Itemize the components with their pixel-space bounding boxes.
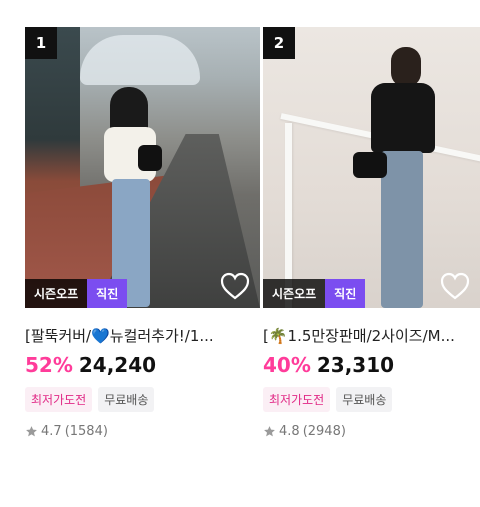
season-off-badge: 시즌오프 bbox=[263, 279, 326, 308]
tags: 최저가도전 무료배송 bbox=[263, 387, 480, 412]
rating-value: 4.8 bbox=[279, 424, 300, 439]
discount-rate: 52% bbox=[25, 353, 73, 377]
rating: 4.7 (1584) bbox=[25, 424, 260, 439]
product-card-2[interactable]: 2 시즌오프 직진 [🌴1.5만장판매/2사이즈/M... 40% 23,310… bbox=[263, 27, 480, 439]
product-photo bbox=[263, 27, 480, 308]
product-photo bbox=[25, 27, 260, 308]
product-image[interactable]: 2 시즌오프 직진 bbox=[263, 27, 480, 308]
lowest-price-tag: 최저가도전 bbox=[25, 387, 93, 412]
price-row: 52% 24,240 bbox=[25, 353, 260, 377]
direct-photo-badge: 직진 bbox=[325, 279, 366, 308]
review-count: (1584) bbox=[64, 424, 108, 439]
direct-photo-badge: 직진 bbox=[87, 279, 128, 308]
heart-icon[interactable] bbox=[440, 272, 470, 300]
discount-rate: 40% bbox=[263, 353, 311, 377]
tags: 최저가도전 무료배송 bbox=[25, 387, 260, 412]
rank-badge: 2 bbox=[263, 27, 295, 59]
rating: 4.8 (2948) bbox=[263, 424, 480, 439]
rank-badge: 1 bbox=[25, 27, 57, 59]
review-count: (2948) bbox=[302, 424, 346, 439]
free-shipping-tag: 무료배송 bbox=[336, 387, 393, 412]
star-icon bbox=[264, 426, 275, 437]
price: 23,310 bbox=[316, 353, 395, 377]
heart-icon[interactable] bbox=[220, 272, 250, 300]
rating-value: 4.7 bbox=[41, 424, 62, 439]
price: 24,240 bbox=[78, 353, 157, 377]
product-card-1[interactable]: 1 시즌오프 직진 [팔뚝커버/💙뉴컬러추가!/1... 52% 24,240 … bbox=[25, 27, 260, 439]
image-badges: 시즌오프 직진 bbox=[25, 279, 128, 308]
star-icon bbox=[26, 426, 37, 437]
lowest-price-tag: 최저가도전 bbox=[263, 387, 331, 412]
free-shipping-tag: 무료배송 bbox=[98, 387, 155, 412]
product-title[interactable]: [🌴1.5만장판매/2사이즈/M... bbox=[263, 325, 480, 346]
product-title[interactable]: [팔뚝커버/💙뉴컬러추가!/1... bbox=[25, 325, 260, 346]
price-row: 40% 23,310 bbox=[263, 353, 480, 377]
season-off-badge: 시즌오프 bbox=[25, 279, 88, 308]
image-badges: 시즌오프 직진 bbox=[263, 279, 366, 308]
product-image[interactable]: 1 시즌오프 직진 bbox=[25, 27, 260, 308]
